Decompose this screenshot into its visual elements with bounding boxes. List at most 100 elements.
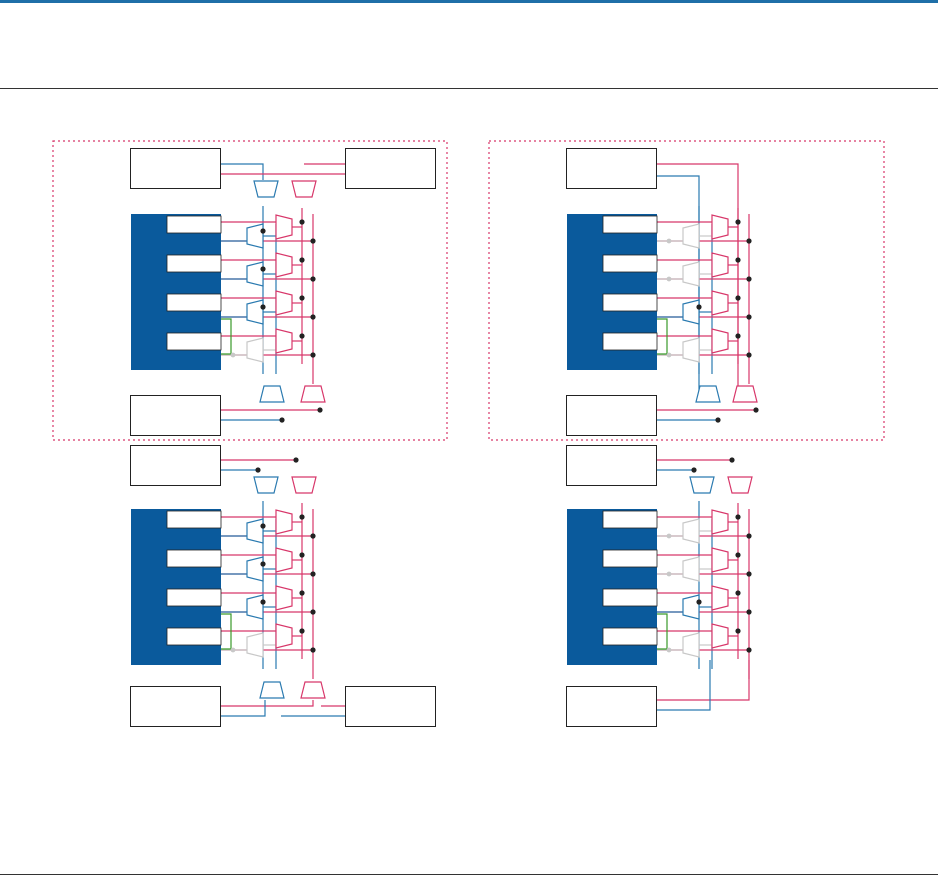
blue-mux-icon — [246, 594, 264, 620]
red-mux-icon — [711, 585, 729, 611]
red-mux-icon — [300, 385, 326, 403]
cell-register — [166, 332, 222, 351]
junctions-layer — [230, 219, 759, 653]
red-mux-icon — [711, 290, 729, 316]
cell-register — [602, 627, 658, 646]
unused-mux-icon — [246, 337, 264, 363]
junction-dot-icon — [735, 219, 741, 225]
junction-dot-icon — [260, 523, 266, 529]
junction-dot-icon — [746, 238, 752, 244]
junction-dot-icon — [746, 609, 752, 615]
blue-route-wire — [221, 700, 266, 717]
blue-mux-icon — [259, 385, 285, 403]
cell-register — [602, 510, 658, 529]
block-bottom-right — [345, 686, 436, 727]
junction-dot-icon — [696, 304, 702, 310]
unused-mux-icon — [682, 223, 700, 249]
block-mid-left-2 — [130, 445, 221, 486]
junction-dot-icon — [299, 295, 305, 301]
blue-mux-icon — [689, 476, 715, 494]
cell-register — [602, 549, 658, 568]
red-mux-icon — [275, 214, 293, 240]
red-route-wire — [657, 660, 750, 701]
unused-mux-icon — [682, 632, 700, 658]
junction-dot-icon — [729, 457, 735, 463]
cell-register — [602, 588, 658, 607]
junction-dot-icon — [260, 304, 266, 310]
junction-dot-icon — [746, 276, 752, 282]
junction-dot-icon — [299, 257, 305, 263]
red-mux-icon — [727, 476, 753, 494]
red-mux-icon — [275, 290, 293, 316]
block-mid-left-r — [566, 395, 657, 436]
junction-dot-icon — [260, 228, 266, 234]
junction-dot-icon — [735, 590, 741, 596]
junction-dot-icon — [260, 266, 266, 272]
unused-mux-icon — [246, 632, 264, 658]
cell-register — [166, 588, 222, 607]
junction-dot-icon — [746, 571, 752, 577]
red-route-wire — [221, 700, 314, 707]
blue-mux-icon — [253, 180, 279, 198]
blocks-layer — [52, 140, 885, 727]
blue-mux-icon — [246, 223, 264, 249]
unused-junction-icon — [230, 352, 236, 358]
unused-junction-icon — [230, 647, 236, 653]
junction-dot-icon — [746, 314, 752, 320]
cluster-boundary — [488, 140, 885, 441]
red-mux-icon — [291, 180, 317, 198]
unused-junction-icon — [666, 533, 672, 539]
unused-junction-icon — [666, 352, 672, 358]
junction-dot-icon — [255, 467, 261, 473]
blue-mux-icon — [246, 261, 264, 287]
red-mux-icon — [275, 547, 293, 573]
block-bottom-left-r — [566, 686, 657, 727]
cell-register — [166, 627, 222, 646]
red-mux-icon — [275, 328, 293, 354]
cell-register — [602, 332, 658, 351]
blue-route-wire — [221, 163, 264, 180]
junction-dot-icon — [317, 407, 323, 413]
red-mux-icon — [711, 623, 729, 649]
junction-dot-icon — [746, 533, 752, 539]
red-mux-icon — [275, 252, 293, 278]
junction-dot-icon — [691, 467, 697, 473]
junction-dot-icon — [735, 333, 741, 339]
cell-register — [166, 293, 222, 312]
junction-dot-icon — [310, 238, 316, 244]
junction-dot-icon — [260, 561, 266, 567]
junction-dot-icon — [753, 407, 759, 413]
cell-register — [166, 254, 222, 273]
junction-dot-icon — [299, 590, 305, 596]
blue-mux-icon — [253, 476, 279, 494]
red-mux-icon — [711, 252, 729, 278]
unused-mux-icon — [682, 261, 700, 287]
block-top-left-r — [566, 148, 657, 189]
red-mux-icon — [711, 328, 729, 354]
junction-dot-icon — [310, 647, 316, 653]
junction-dot-icon — [735, 257, 741, 263]
unused-mux-icon — [682, 518, 700, 544]
block-top-right — [345, 148, 436, 189]
blue-route-wire — [657, 175, 700, 395]
junction-dot-icon — [299, 219, 305, 225]
cell-register — [166, 549, 222, 568]
red-mux-icon — [711, 509, 729, 535]
cell-register — [602, 215, 658, 234]
red-mux-icon — [711, 547, 729, 573]
junction-dot-icon — [299, 514, 305, 520]
cell-register — [602, 254, 658, 273]
block-mid-left-2-r — [566, 445, 657, 486]
unused-mux-icon — [682, 337, 700, 363]
cell-register — [166, 510, 222, 529]
cell-register — [602, 293, 658, 312]
junction-dot-icon — [310, 352, 316, 358]
junction-dot-icon — [279, 417, 285, 423]
junction-dot-icon — [310, 314, 316, 320]
junction-dot-icon — [260, 599, 266, 605]
junction-dot-icon — [735, 552, 741, 558]
red-mux-icon — [275, 585, 293, 611]
junction-dot-icon — [735, 295, 741, 301]
blue-mux-icon — [246, 556, 264, 582]
red-mux-icon — [732, 385, 758, 403]
